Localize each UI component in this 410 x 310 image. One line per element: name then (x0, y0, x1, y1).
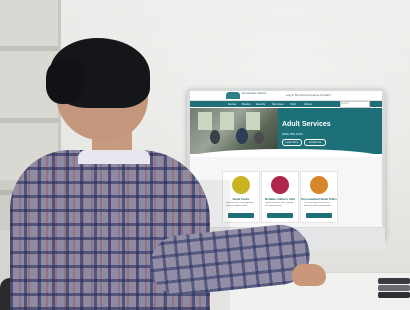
card-title: Personalized Book Picks (301, 197, 337, 201)
shelf-board (0, 46, 58, 51)
hero-button-contact[interactable]: Contact Us (304, 139, 326, 146)
photo-window (198, 112, 212, 130)
search-input[interactable]: Search (340, 101, 370, 108)
tshirt-collar (78, 150, 150, 164)
card-title: Notable Authors Visit (264, 197, 296, 201)
logo-text: Hometown Library (242, 91, 267, 95)
person-hand-on-mouse (292, 264, 326, 286)
nav-item[interactable]: Home (228, 102, 236, 106)
card-button[interactable] (306, 213, 332, 218)
card-notable-authors[interactable]: Notable Authors Visit Upcoming author ta… (261, 171, 299, 223)
library-logo-icon (226, 92, 240, 99)
hero-phone: (555) 555-1234 (282, 132, 303, 136)
nav-item[interactable]: About (304, 102, 312, 106)
card-body: Join one of our reading groups and meet … (226, 202, 254, 207)
book (378, 292, 410, 298)
top-links[interactable]: Log in My Account Hours Contact (286, 93, 331, 97)
book-stack (378, 270, 410, 300)
card-body: Tell us what you like and our librarians… (304, 202, 332, 207)
nav-item[interactable]: Books (242, 102, 250, 106)
book (378, 278, 410, 284)
hero-photo (190, 108, 278, 154)
nav-item[interactable]: Services (272, 102, 284, 106)
book (378, 285, 410, 291)
nav-item[interactable]: Visit (290, 102, 296, 106)
book-club-icon (232, 176, 250, 194)
shelf-board (0, 118, 58, 123)
hero-title: Adult Services (282, 121, 331, 128)
website-topbar: Hometown Library Log in My Account Hours… (190, 91, 382, 101)
photo-window (246, 112, 260, 130)
person-hair (46, 60, 84, 104)
card-button[interactable] (228, 213, 254, 218)
hero-button-learn-more[interactable]: Learn More (282, 139, 302, 146)
photo-window (220, 112, 234, 130)
books-icon (310, 176, 328, 194)
card-body: Upcoming author talks, signings and spec… (265, 202, 294, 207)
nav-item[interactable]: Events (256, 102, 265, 106)
card-button[interactable] (267, 213, 293, 218)
photo-person (254, 132, 264, 144)
card-book-picks[interactable]: Personalized Book Picks Tell us what you… (300, 171, 338, 223)
scene: Hometown Library Log in My Account Hours… (0, 0, 410, 310)
photo-person (210, 130, 220, 144)
author-icon (271, 176, 289, 194)
photo-person (236, 128, 248, 144)
